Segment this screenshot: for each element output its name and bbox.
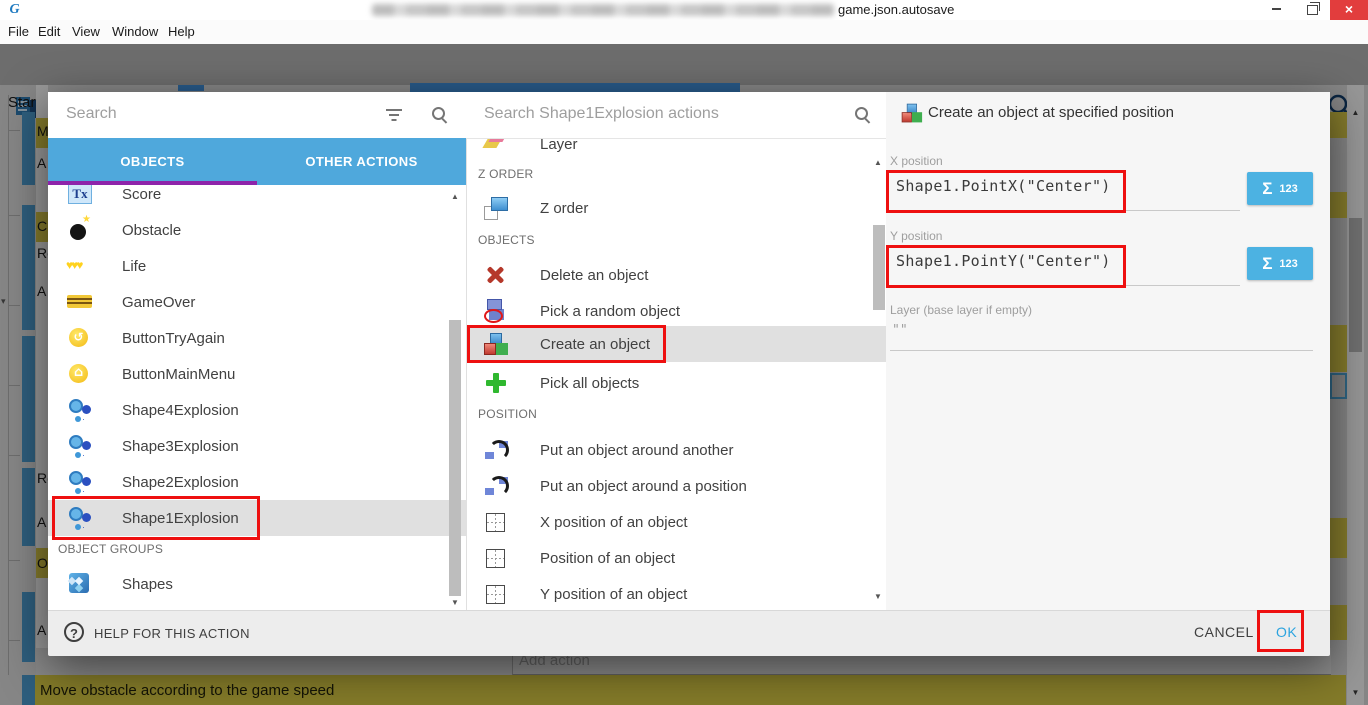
scroll-up-icon[interactable]: ▲ <box>871 158 885 167</box>
list-item-buttonmainmenu[interactable]: ButtonMainMenu <box>48 356 466 392</box>
action-title: Create an object at specified position <box>928 104 1174 121</box>
window-title: game.json.autosave <box>838 2 954 17</box>
bomb-icon <box>66 217 94 243</box>
redacted-title-text <box>372 4 834 16</box>
menu-view[interactable]: View <box>72 24 100 39</box>
section-position: POSITION <box>478 407 537 421</box>
explosion-particles-icon <box>66 469 94 495</box>
action-item-x-position[interactable]: X position of an object <box>466 504 886 540</box>
y-expression-button[interactable]: Σ 123 <box>1247 247 1313 280</box>
filter-icon[interactable] <box>385 108 403 122</box>
gdevelop-logo: G <box>6 1 23 18</box>
actions-search-input[interactable] <box>482 104 816 124</box>
list-item-shape2explosion[interactable]: Shape2Explosion <box>48 464 466 500</box>
tab-other-actions[interactable]: OTHER ACTIONS <box>257 138 466 185</box>
cancel-button[interactable]: CANCEL <box>1188 623 1260 641</box>
sigma-icon: Σ <box>1262 179 1272 199</box>
action-item-y-position[interactable]: Y position of an object <box>466 576 886 612</box>
panel-tabs: OBJECTS OTHER ACTIONS <box>48 138 466 185</box>
list-item-gameover[interactable]: GameOver <box>48 284 466 320</box>
search-magnifier-icon <box>431 106 449 124</box>
home-button-icon <box>66 361 94 387</box>
window-titlebar: G game.json.autosave × <box>0 0 1368 20</box>
objects-scrollbar-thumb[interactable] <box>449 320 461 596</box>
list-item-life[interactable]: Life <box>48 248 466 284</box>
delete-cross-icon <box>482 262 510 288</box>
annotation-box-create-object <box>467 325 666 363</box>
section-z-order: Z ORDER <box>478 167 533 181</box>
position-grid-icon <box>482 545 510 571</box>
position-grid-icon <box>482 509 510 535</box>
annotation-box-y-position <box>886 245 1126 288</box>
list-item-shape3explosion[interactable]: Shape3Explosion <box>48 428 466 464</box>
action-item-z-order[interactable]: Z order <box>466 190 886 226</box>
help-icon[interactable]: ? <box>64 622 84 642</box>
list-item-shape4explosion[interactable]: Shape4Explosion <box>48 392 466 428</box>
position-grid-icon <box>482 581 510 607</box>
tab-objects[interactable]: OBJECTS <box>48 138 257 185</box>
minimize-button[interactable] <box>1258 0 1294 20</box>
object-group-icon <box>66 571 94 597</box>
dialog-footer: ? HELP FOR THIS ACTION CANCEL OK <box>48 610 1330 656</box>
layer-label: Layer (base layer if empty) <box>890 303 1032 317</box>
action-item-delete-object[interactable]: Delete an object <box>466 257 886 293</box>
y-position-label: Y position <box>890 229 942 243</box>
put-around-icon <box>482 473 510 499</box>
annotation-box-ok <box>1257 610 1304 652</box>
x-expression-button[interactable]: Σ 123 <box>1247 172 1313 205</box>
restore-button[interactable] <box>1294 0 1330 20</box>
scroll-down-icon[interactable]: ▼ <box>448 598 462 607</box>
menu-help[interactable]: Help <box>168 24 195 39</box>
list-item-buttontryagain[interactable]: ButtonTryAgain <box>48 320 466 356</box>
annotation-box-x-position <box>886 170 1126 213</box>
close-button[interactable]: × <box>1330 0 1368 20</box>
menu-file[interactable]: File <box>8 24 29 39</box>
scroll-up-icon[interactable]: ▲ <box>448 192 462 201</box>
action-item-put-around-another[interactable]: Put an object around another <box>466 432 886 468</box>
menu-window[interactable]: Window <box>112 24 158 39</box>
search-magnifier-icon <box>854 106 872 124</box>
active-tab-underline <box>48 181 257 185</box>
create-object-icon <box>900 102 924 124</box>
pick-random-icon <box>482 298 510 324</box>
z-order-icon <box>482 195 510 221</box>
action-editor-dialog: Score Obstacle Life GameOver ButtonTryAg… <box>48 92 1330 655</box>
action-item-pick-all[interactable]: Pick all objects <box>466 365 886 401</box>
actions-scrollbar-thumb[interactable] <box>873 225 885 310</box>
list-item-shapes-group[interactable]: Shapes <box>48 566 466 602</box>
retry-button-icon <box>66 325 94 351</box>
actions-search <box>466 92 886 139</box>
explosion-particles-icon <box>66 433 94 459</box>
put-around-icon <box>482 437 510 463</box>
menu-edit[interactable]: Edit <box>38 24 60 39</box>
annotation-box-shape1explosion <box>52 496 260 540</box>
scroll-down-icon[interactable]: ▼ <box>871 592 885 601</box>
gameover-banner-icon <box>66 289 94 315</box>
section-objects: OBJECTS <box>478 233 535 247</box>
object-groups-header: OBJECT GROUPS <box>58 542 163 556</box>
list-item-obstacle[interactable]: Obstacle <box>48 212 466 248</box>
action-item-put-around-position[interactable]: Put an object around a position <box>466 468 886 504</box>
x-position-label: X position <box>890 154 943 168</box>
plus-icon <box>482 370 510 396</box>
action-item-position[interactable]: Position of an object <box>466 540 886 576</box>
objects-search-input[interactable] <box>64 104 338 124</box>
objects-search <box>48 92 466 139</box>
hearts-icon <box>66 253 94 279</box>
layer-input[interactable]: "" <box>892 323 908 338</box>
explosion-particles-icon <box>66 397 94 423</box>
action-item-pick-random[interactable]: Pick a random object <box>466 293 886 329</box>
menu-bar: File Edit View Window Help <box>0 20 1368 44</box>
sigma-icon: Σ <box>1262 254 1272 274</box>
help-link[interactable]: HELP FOR THIS ACTION <box>94 626 250 641</box>
